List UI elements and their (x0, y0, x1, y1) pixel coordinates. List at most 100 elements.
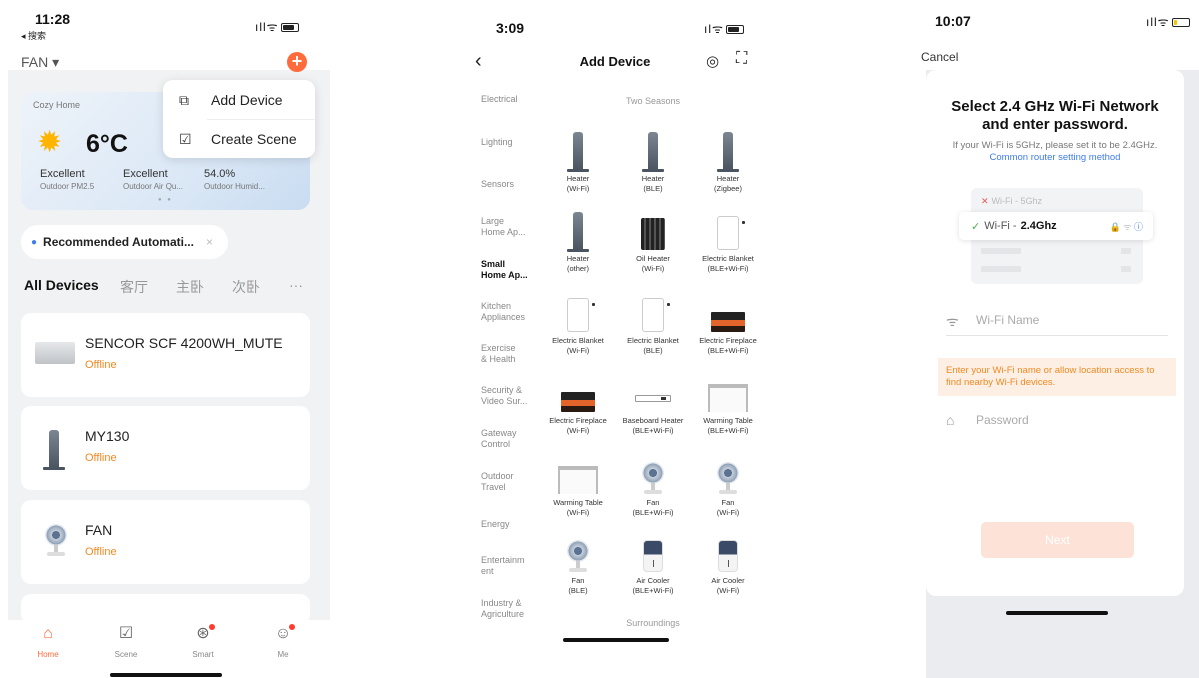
battery-icon (725, 25, 744, 35)
device-tile[interactable]: Air Cooler (BLE+Wi-Fi) (615, 532, 691, 596)
wifi-name-field[interactable]: ᯤ Wi-Fi Name (946, 310, 1168, 336)
cooler-image (690, 532, 766, 572)
device-tile[interactable]: Air Cooler (Wi-Fi) (690, 532, 766, 596)
qr-scan-icon[interactable]: ⛶ (736, 50, 747, 68)
password-field[interactable]: ⌂ Password (946, 410, 1168, 434)
section-title: Surroundings (626, 618, 680, 628)
field-underline (946, 335, 1168, 336)
category-item-active[interactable]: Small Home Ap... (481, 259, 541, 281)
wifi-card: Select 2.4 GHz Wi-Fi Network and enter p… (926, 70, 1184, 596)
device-tile[interactable]: Fan (BLE+Wi-Fi) (615, 454, 691, 518)
category-item[interactable]: Outdoor Travel (481, 471, 541, 493)
device-tile-label: Air Cooler (Wi-Fi) (711, 576, 745, 595)
tab-all-devices[interactable]: All Devices (24, 277, 99, 293)
tab-me[interactable]: ☺ Me (253, 624, 313, 659)
back-to-app-link[interactable]: ◂ 搜索 (21, 29, 46, 42)
recommended-automation-chip[interactable]: ● Recommended Automati... × (21, 225, 228, 259)
category-item[interactable]: Security & Video Sur... (481, 385, 541, 407)
menu-item-create-scene[interactable]: ☑ Create Scene (179, 120, 309, 158)
stat-value: Excellent (40, 168, 85, 180)
category-item[interactable]: Industry & Agriculture (481, 598, 541, 620)
tab-home[interactable]: ⌂ Home (18, 624, 78, 659)
device-tile[interactable]: Heater (other) (540, 210, 616, 274)
device-tile[interactable]: Fan (BLE) (540, 532, 616, 596)
category-item[interactable]: Large Home Ap... (481, 216, 541, 238)
home-screen: 11:28 ◂ 搜索 ıllᯤ FAN ▾ + Cozy Home ✹ 6°C … (0, 0, 330, 678)
category-item[interactable]: Gateway Control (481, 428, 541, 450)
home-indicator (110, 673, 222, 677)
router-settings-link[interactable]: Common router setting method (926, 152, 1184, 164)
fire-image (540, 372, 616, 412)
check-icon: ✓ (971, 220, 981, 233)
category-item[interactable]: Energy (481, 519, 541, 530)
battery-icon (1171, 18, 1190, 28)
heater-image (615, 130, 691, 172)
device-tile[interactable]: Electric Blanket (Wi-Fi) (540, 292, 616, 356)
device-tile[interactable]: Heater (Zigbee) (690, 130, 766, 194)
device-tile[interactable]: Heater (BLE) (615, 130, 691, 194)
menu-item-label: Create Scene (211, 131, 297, 147)
category-item[interactable]: Lighting (481, 137, 541, 148)
device-tile[interactable]: Electric Blanket (BLE) (615, 292, 691, 356)
wifi-24g-name: 2.4Ghz (1020, 220, 1057, 232)
device-tile[interactable]: Heater (Wi-Fi) (540, 130, 616, 194)
device-tile-label: Oil Heater (Wi-Fi) (636, 254, 670, 273)
notification-dot (289, 624, 295, 630)
device-tile[interactable]: Electric Fireplace (BLE+Wi-Fi) (690, 292, 766, 356)
device-tile[interactable]: Oil Heater (Wi-Fi) (615, 210, 691, 274)
tab-room[interactable]: 次卧 (232, 277, 260, 297)
page-heading: Select 2.4 GHz Wi-Fi Network and enter p… (951, 98, 1159, 133)
device-tile-label: Warming Table (Wi-Fi) (553, 498, 603, 517)
category-item[interactable]: Exercise & Health (481, 343, 541, 365)
close-icon[interactable]: × (206, 235, 213, 249)
home-icon: ⌂ (43, 625, 53, 642)
more-tabs-button[interactable]: ··· (289, 277, 303, 293)
category-item[interactable]: Entertainm ent (481, 555, 541, 577)
device-card[interactable]: FAN Offline (21, 500, 310, 584)
device-tile-label: Warming Table (BLE+Wi-Fi) (703, 416, 753, 435)
category-item[interactable]: Sensors (481, 179, 541, 190)
weather-stat: Excellent Outdoor Air Qu... (123, 168, 183, 191)
device-card[interactable]: MY130 Offline (21, 406, 310, 490)
device-tile-label: Electric Blanket (BLE+Wi-Fi) (702, 254, 754, 273)
device-tile[interactable]: Electric Fireplace (Wi-Fi) (540, 372, 616, 436)
stat-value: Excellent (123, 168, 168, 180)
password-placeholder: Password (976, 413, 1029, 427)
device-tile[interactable]: Baseboard Heater (BLE+Wi-Fi) (615, 372, 691, 436)
category-item[interactable]: Kitchen Appliances (481, 301, 541, 323)
status-time: 11:28 (35, 11, 71, 27)
category-item[interactable]: Electrical (481, 94, 541, 105)
signal-wifi-icons: ıllᯤ (255, 18, 299, 35)
device-tile-label: Heater (Wi-Fi) (566, 174, 590, 193)
tab-room[interactable]: 主卧 (176, 277, 204, 297)
room-tabs: All Devices 客厅 主卧 次卧 ··· (24, 277, 314, 297)
home-selector[interactable]: FAN ▾ (21, 54, 59, 71)
device-status: Offline (85, 359, 117, 371)
subtitle-text: If your Wi-Fi is 5GHz, please set it to … (952, 140, 1158, 151)
category-label: Sensors (481, 179, 515, 189)
nav-bar: ‹ Add Device ◎ ⛶ (460, 48, 770, 76)
drop-icon: ● (31, 236, 38, 248)
device-tile[interactable]: Fan (Wi-Fi) (690, 454, 766, 518)
add-button[interactable]: + (287, 52, 307, 72)
device-tile[interactable]: Warming Table (Wi-Fi) (540, 454, 616, 518)
category-label: Security & Video Sur... (481, 385, 528, 406)
oil-image (615, 210, 691, 250)
tab-scene[interactable]: ☑ Scene (96, 624, 156, 659)
cancel-button[interactable]: Cancel (921, 50, 958, 64)
menu-item-add-device[interactable]: ⧉ Add Device (179, 81, 309, 119)
status-time: 10:07 (935, 13, 971, 29)
device-card[interactable]: SENCOR SCF 4200WH_MUTE Offline (21, 313, 310, 397)
menu-item-label: Add Device (211, 92, 283, 108)
device-tile-label: Fan (BLE) (568, 576, 588, 595)
device-tile[interactable]: Warming Table (BLE+Wi-Fi) (690, 372, 766, 436)
auto-scan-icon[interactable]: ◎ (706, 52, 719, 70)
add-device-icon: ⧉ (179, 91, 189, 108)
device-tile[interactable]: Electric Blanket (BLE+Wi-Fi) (690, 210, 766, 274)
notification-dot (209, 624, 215, 630)
tab-room[interactable]: 客厅 (120, 277, 148, 297)
next-button[interactable]: Next (981, 522, 1134, 558)
tab-smart[interactable]: ⊛ Smart (173, 624, 233, 659)
placeholder-bar (1121, 266, 1131, 272)
signal-wifi-icons: ıllᯤ (1146, 13, 1190, 30)
